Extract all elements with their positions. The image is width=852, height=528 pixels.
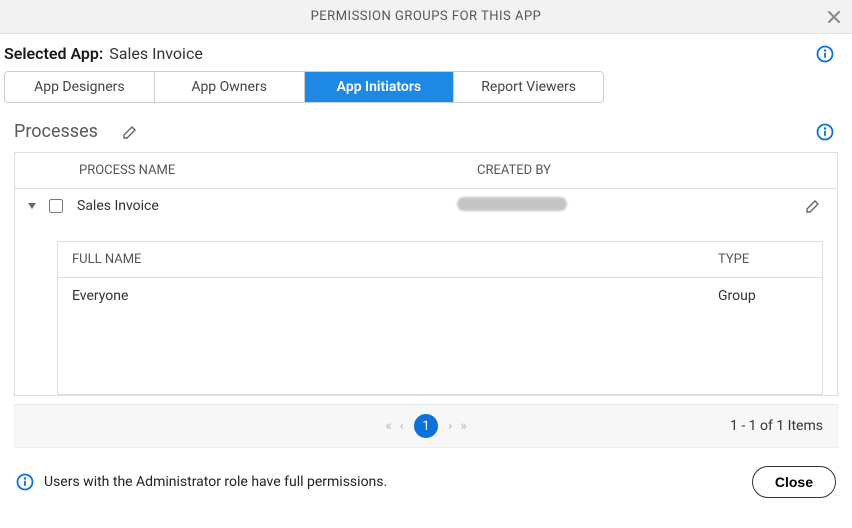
row-name: Sales Invoice xyxy=(77,198,397,214)
last-page-icon[interactable]: » xyxy=(460,418,467,434)
list-item: Everyone Group xyxy=(58,278,822,314)
footer-message: Users with the Administrator role have f… xyxy=(44,474,387,490)
info-icon[interactable] xyxy=(816,123,842,141)
selected-app-row: Selected App: Sales Invoice xyxy=(0,34,852,71)
sub-fullname: Everyone xyxy=(72,288,718,304)
close-icon[interactable] xyxy=(826,9,842,25)
dialog-title: PERMISSION GROUPS FOR THIS APP xyxy=(311,9,542,24)
processes-grid: PROCESS NAME CREATED BY Sales Invoice FU… xyxy=(14,152,838,396)
table-row: Sales Invoice xyxy=(15,189,837,223)
col-type: TYPE xyxy=(718,252,808,267)
sub-grid-header: FULL NAME TYPE xyxy=(58,242,822,278)
next-page-icon[interactable]: › xyxy=(448,418,452,434)
row-checkbox[interactable] xyxy=(49,199,63,213)
col-full-name: FULL NAME xyxy=(72,252,718,267)
selected-app-label: Selected App: xyxy=(4,44,103,63)
dialog-footer: Users with the Administrator role have f… xyxy=(0,448,852,508)
page-number[interactable]: 1 xyxy=(414,414,438,438)
info-icon[interactable] xyxy=(816,45,842,63)
prev-page-icon[interactable]: ‹ xyxy=(400,418,404,434)
sub-grid: FULL NAME TYPE Everyone Group xyxy=(57,241,823,395)
pager: « ‹ 1 › » 1 - 1 of 1 Items xyxy=(14,404,838,448)
tab-app-owners[interactable]: App Owners xyxy=(155,72,305,102)
info-icon xyxy=(16,473,34,491)
tab-bar: App Designers App Owners App Initiators … xyxy=(4,71,604,103)
edit-icon[interactable] xyxy=(805,198,825,214)
dialog-header: PERMISSION GROUPS FOR THIS APP xyxy=(0,0,852,34)
processes-heading: Processes xyxy=(14,121,98,142)
sub-type: Group xyxy=(718,288,808,304)
sub-grid-empty-space xyxy=(58,314,822,394)
processes-header: Processes xyxy=(0,117,852,152)
row-created-by xyxy=(397,197,805,215)
close-button[interactable]: Close xyxy=(752,466,836,498)
col-created-by: CREATED BY xyxy=(417,163,785,178)
pager-count: 1 - 1 of 1 Items xyxy=(730,418,823,434)
expand-icon[interactable] xyxy=(27,201,43,211)
first-page-icon[interactable]: « xyxy=(385,418,392,434)
col-edit xyxy=(785,163,825,178)
tab-app-designers[interactable]: App Designers xyxy=(5,72,155,102)
tab-app-initiators[interactable]: App Initiators xyxy=(305,72,455,102)
grid-header: PROCESS NAME CREATED BY xyxy=(15,153,837,189)
selected-app-name: Sales Invoice xyxy=(109,44,203,63)
col-process-name: PROCESS NAME xyxy=(27,163,417,178)
redacted-text xyxy=(457,197,567,211)
edit-icon[interactable] xyxy=(122,124,138,140)
tab-report-viewers[interactable]: Report Viewers xyxy=(454,72,603,102)
